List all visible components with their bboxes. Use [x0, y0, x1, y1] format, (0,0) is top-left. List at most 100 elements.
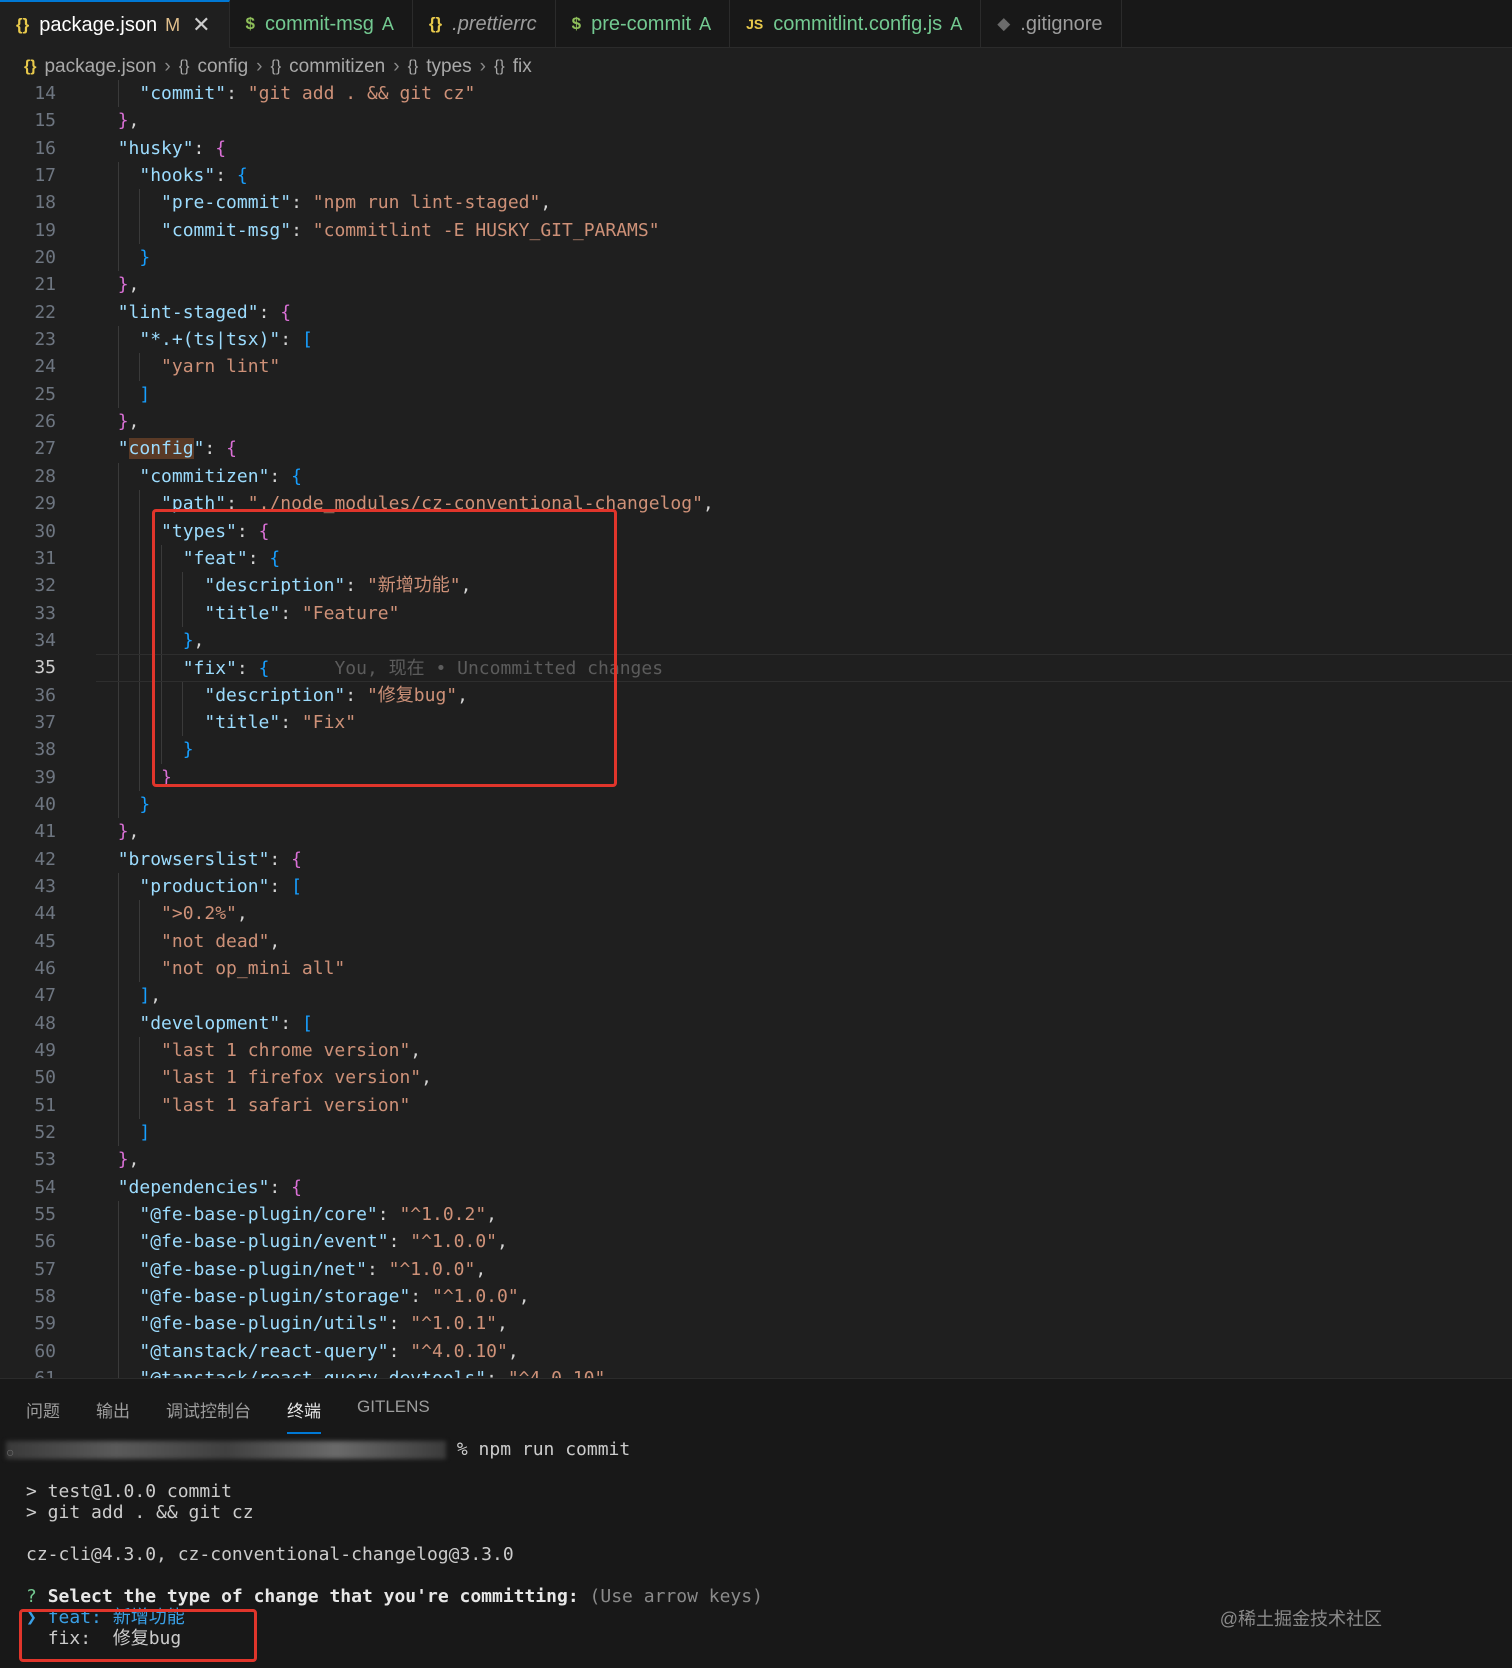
code-line[interactable]: "last 1 chrome version",: [96, 1037, 1512, 1065]
line-number: 28: [34, 465, 56, 487]
line-number: 30: [34, 520, 56, 542]
line-number: 46: [34, 958, 56, 979]
panel-tab[interactable]: 输出: [96, 1397, 130, 1434]
code-line[interactable]: },: [96, 1146, 1512, 1173]
code-text: "last 1 firefox version",: [161, 1067, 432, 1089]
code-line[interactable]: "@fe-base-plugin/event": "^1.0.0",: [96, 1228, 1512, 1256]
panel-tab[interactable]: 问题: [26, 1397, 60, 1434]
breadcrumb-item[interactable]: commitizen: [289, 56, 385, 78]
tab-label: commitlint.config.js: [773, 12, 943, 35]
code-line[interactable]: ]: [96, 1119, 1512, 1147]
git-status-badge: A: [381, 13, 394, 34]
json-braces-icon: {}: [428, 14, 443, 33]
tab-label: .gitignore: [1020, 12, 1103, 35]
code-line[interactable]: "development": [: [96, 1009, 1512, 1038]
breadcrumb-item[interactable]: fix: [513, 56, 532, 78]
panel-tab[interactable]: 终端: [287, 1397, 321, 1434]
code-line[interactable]: "*.+(ts|tsx)": [: [96, 326, 1512, 354]
code-line[interactable]: "@tanstack/react-query": "^4.0.10",: [96, 1337, 1512, 1366]
code-line[interactable]: "not dead",: [96, 927, 1512, 955]
code-line[interactable]: ],: [96, 982, 1512, 1010]
code-line[interactable]: },: [96, 107, 1512, 134]
code-line[interactable]: "@fe-base-plugin/storage": "^1.0.0",: [96, 1283, 1512, 1311]
close-icon[interactable]: ✕: [192, 12, 210, 38]
code-text: "@fe-base-plugin/utils": "^1.0.1",: [139, 1313, 508, 1335]
code-text: "@fe-base-plugin/storage": "^1.0.0",: [139, 1286, 530, 1308]
tab-label: package.json: [39, 13, 158, 36]
code-line[interactable]: "commitizen": {: [96, 462, 1512, 491]
code-line[interactable]: "config": {: [96, 435, 1512, 462]
code-line[interactable]: }: [96, 244, 1512, 272]
code-line[interactable]: "last 1 safari version": [96, 1091, 1512, 1120]
line-number: 22: [34, 301, 56, 323]
code-line[interactable]: "lint-staged": {: [96, 299, 1512, 326]
question-mark: ?: [26, 1586, 37, 1607]
terminal-line: cz-cli@4.3.0, cz-conventional-changelog@…: [26, 1544, 514, 1565]
code-text: "production": [: [139, 875, 302, 897]
tab-gitignore[interactable]: ◆ .gitignore: [981, 0, 1122, 48]
panel-tab[interactable]: 调试控制台: [166, 1397, 251, 1434]
code-text: "@fe-base-plugin/event": "^1.0.0",: [139, 1231, 508, 1253]
line-number: 18: [34, 192, 56, 214]
code-line[interactable]: "@fe-base-plugin/net": "^1.0.0",: [96, 1255, 1512, 1284]
json-braces-icon: {}: [16, 15, 30, 34]
choices-highlight-box: [19, 1609, 257, 1662]
tab-commit-msg[interactable]: $ commit-msg A: [230, 0, 413, 48]
code-line[interactable]: "last 1 firefox version",: [96, 1064, 1512, 1092]
code-text: "hooks": {: [139, 165, 248, 187]
editor-tab-bar: {} package.json M ✕ $ commit-msg A {} .prettierr…: [0, 0, 1512, 48]
code-line[interactable]: },: [96, 408, 1512, 435]
blurred-path: [6, 1441, 446, 1459]
code-text: "development": [: [139, 1012, 313, 1034]
panel-tab[interactable]: GITLENS: [357, 1397, 430, 1434]
line-number: 44: [34, 903, 56, 925]
line-number: 16: [34, 137, 56, 159]
code-line[interactable]: },: [96, 818, 1512, 845]
tab-prettierrc[interactable]: {} .prettierrc: [413, 0, 556, 48]
code-line[interactable]: "commit": "git add . && git cz": [96, 80, 1512, 108]
breadcrumb-item[interactable]: package.json: [44, 56, 156, 78]
code-line[interactable]: }: [96, 790, 1512, 819]
code-line[interactable]: "@fe-base-plugin/utils": "^1.0.1",: [96, 1310, 1512, 1338]
code-line[interactable]: ]: [96, 380, 1512, 409]
breadcrumb-item[interactable]: config: [197, 56, 248, 78]
git-status-badge: A: [699, 13, 712, 34]
code-line[interactable]: "pre-commit": "npm run lint-staged",: [96, 189, 1512, 217]
line-number: 40: [34, 793, 56, 815]
code-line[interactable]: "hooks": {: [96, 162, 1512, 190]
panel-tabs: 问题 输出 调试控制台 终端 GITLENS: [26, 1397, 466, 1434]
tab-pre-commit[interactable]: $ pre-commit A: [556, 0, 731, 48]
code-line[interactable]: "not op_mini all": [96, 955, 1512, 983]
code-line[interactable]: "commit-msg": "commitlint -E HUSKY_GIT_P…: [96, 216, 1512, 245]
code-line[interactable]: "dependencies": {: [96, 1174, 1512, 1201]
tab-commitlint-config-js[interactable]: JS commitlint.config.js A: [730, 0, 982, 48]
code-line[interactable]: "@tanstack/react-query-devtools": "^4.0.…: [96, 1365, 1512, 1378]
code-text: "commitizen": {: [139, 465, 302, 487]
breadcrumb-item[interactable]: types: [426, 56, 471, 78]
line-number: 48: [34, 1012, 56, 1034]
code-text: },: [117, 274, 140, 296]
code-line[interactable]: "yarn lint": [96, 353, 1512, 381]
line-number: 47: [34, 985, 56, 1007]
terminal-line: > git add . && git cz: [26, 1502, 254, 1523]
line-number: 26: [34, 411, 56, 433]
line-number: 45: [34, 930, 56, 952]
line-number: 33: [34, 602, 56, 624]
code-text: "*.+(ts|tsx)": [: [139, 329, 313, 351]
code-line[interactable]: "production": [: [96, 872, 1512, 901]
code-line[interactable]: },: [96, 271, 1512, 298]
code-text: "last 1 chrome version",: [161, 1040, 422, 1062]
line-number: 42: [34, 848, 56, 870]
json-braces-icon: {}: [178, 58, 190, 75]
line-number: 32: [34, 575, 56, 597]
code-line[interactable]: "browserslist": {: [96, 846, 1512, 873]
code-text: "not op_mini all": [161, 958, 346, 979]
line-number: 19: [34, 219, 56, 241]
tab-package-json[interactable]: {} package.json M ✕: [0, 0, 230, 48]
code-line[interactable]: "@fe-base-plugin/core": "^1.0.2",: [96, 1201, 1512, 1229]
code-text: },: [117, 1149, 140, 1171]
terminal-line: > test@1.0.0 commit: [26, 1481, 232, 1502]
line-number: 37: [34, 711, 56, 733]
code-line[interactable]: "husky": {: [96, 135, 1512, 162]
code-line[interactable]: ">0.2%",: [96, 900, 1512, 928]
